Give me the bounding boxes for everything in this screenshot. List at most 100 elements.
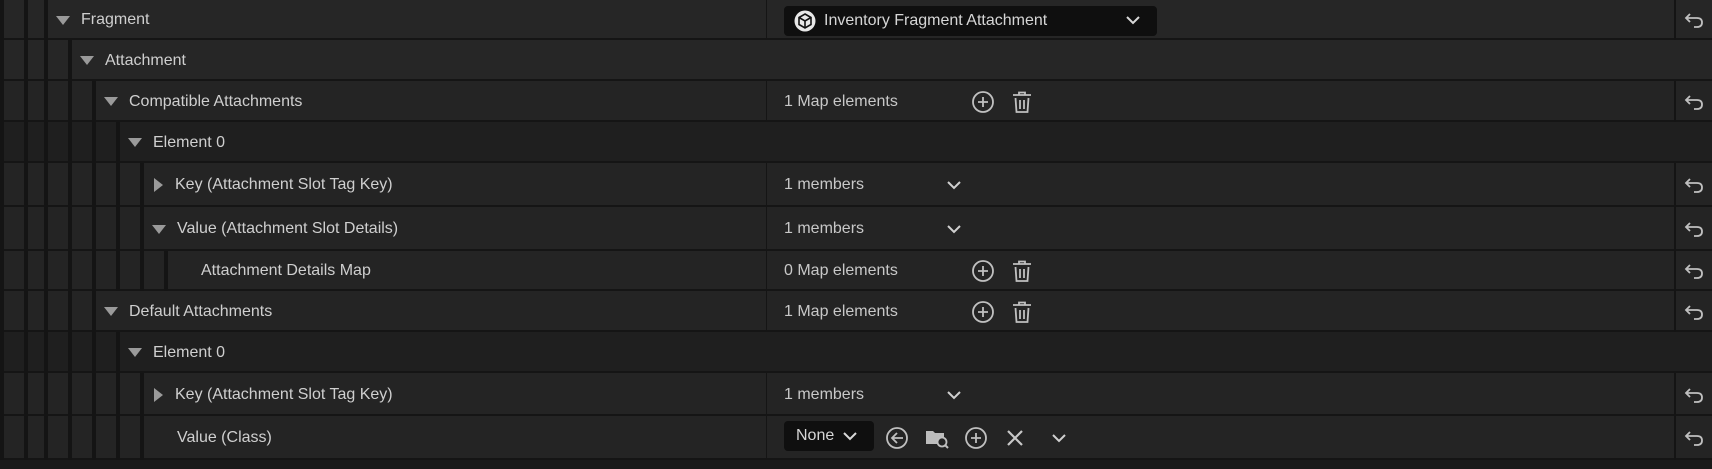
compatible-attachments-count: 1 Map elements [784, 92, 898, 110]
plus-circle-icon [972, 90, 994, 113]
collapsed-arrow-icon [154, 387, 163, 402]
trash-icon [1013, 260, 1031, 282]
key-row: Key (Attachment Slot Tag Key) 1 members [0, 373, 1712, 416]
fragment-label: Fragment [81, 11, 150, 28]
add-button[interactable] [964, 426, 988, 450]
key-expander[interactable]: Key (Attachment Slot Tag Key) [154, 163, 393, 207]
key-members: 1 members [784, 176, 865, 193]
element-0-label: Element 0 [153, 133, 226, 151]
plus-circle-icon [972, 300, 994, 323]
reset-to-default-icon [1684, 387, 1703, 403]
value-expand-button[interactable] [946, 223, 962, 235]
plus-circle-icon [972, 260, 994, 282]
attachment-details-map-label-wrap: Attachment Details Map [201, 251, 371, 291]
details-panel: Fragment Inventory Fragment Attachment A… [0, 0, 1712, 469]
key-row: Key (Attachment Slot Tag Key) 1 members [0, 163, 1712, 207]
fragment-expander[interactable]: Fragment [56, 0, 149, 40]
expand-arrow-icon [128, 138, 142, 147]
expand-arrow-icon [80, 56, 94, 65]
default-attachments-label: Default Attachments [129, 302, 273, 320]
key-label: Key (Attachment Slot Tag Key) [175, 176, 393, 193]
cube-icon [794, 10, 816, 32]
chevron-down-icon [1052, 434, 1066, 443]
reset-to-default-icon [1684, 178, 1703, 193]
reset-to-default-icon [1684, 304, 1703, 320]
default-attachments-reset-button[interactable] [1674, 291, 1712, 332]
value-class-row: Value (Class) None [0, 416, 1712, 460]
trash-icon [1013, 301, 1031, 323]
default-attachments-count: 1 Map elements [784, 302, 898, 320]
compatible-attachments-expander[interactable]: Compatible Attachments [104, 81, 302, 122]
compatible-attachments-row: Compatible Attachments 1 Map elements [0, 81, 1712, 122]
collapsed-arrow-icon [154, 178, 163, 192]
value-expander[interactable]: Value (Attachment Slot Details) [152, 207, 398, 251]
element-0-expander[interactable]: Element 0 [128, 332, 225, 373]
key-expander[interactable]: Key (Attachment Slot Tag Key) [154, 373, 393, 416]
attachment-details-map-label: Attachment Details Map [201, 262, 371, 279]
more-options-button[interactable] [1051, 432, 1067, 444]
fragment-class-value: Inventory Fragment Attachment [824, 12, 1048, 29]
expand-arrow-icon [104, 97, 118, 106]
class-picker-value: None [796, 427, 835, 444]
default-attachments-expander[interactable]: Default Attachments [104, 291, 272, 332]
element-0-label: Element 0 [153, 343, 226, 361]
compatible-attachments-label: Compatible Attachments [129, 92, 303, 110]
use-selected-button[interactable] [885, 426, 909, 450]
key-expand-button[interactable] [946, 389, 962, 401]
value-class-label: Value (Class) [177, 429, 272, 446]
chevron-down-icon [1126, 16, 1140, 25]
attachment-expander[interactable]: Attachment [80, 40, 186, 81]
trash-icon [1013, 91, 1031, 113]
chevron-down-icon [947, 181, 961, 190]
empty-map-button[interactable] [1010, 300, 1034, 324]
compatible-attachments-reset-button[interactable] [1674, 81, 1712, 122]
expand-arrow-icon [152, 224, 166, 234]
empty-map-button[interactable] [1010, 90, 1034, 114]
reset-to-default-icon [1684, 94, 1703, 110]
class-picker-combo[interactable]: None [784, 421, 874, 451]
reset-to-default-icon [1684, 222, 1703, 237]
value-class-reset-button[interactable] [1674, 416, 1712, 460]
attachment-details-map-row: Attachment Details Map 0 Map elements [0, 251, 1712, 291]
attachment-row: Attachment [0, 40, 1712, 81]
key-expand-button[interactable] [946, 179, 962, 191]
add-element-button[interactable] [971, 90, 995, 114]
browse-button[interactable] [924, 426, 950, 450]
folder-search-icon [926, 431, 949, 449]
value-members: 1 members [784, 220, 865, 237]
add-element-button[interactable] [971, 259, 995, 283]
reset-to-default-icon [1684, 431, 1703, 446]
default-attachments-row: Default Attachments 1 Map elements [0, 291, 1712, 332]
expand-arrow-icon [104, 307, 118, 316]
value-row: Value (Attachment Slot Details) 1 member… [0, 207, 1712, 251]
chevron-down-icon [947, 390, 961, 399]
fragment-reset-button[interactable] [1674, 0, 1712, 40]
empty-map-button[interactable] [1010, 259, 1034, 283]
reset-to-default-icon [1684, 264, 1703, 279]
element-0-expander[interactable]: Element 0 [128, 122, 225, 163]
chevron-down-icon [947, 225, 961, 234]
plus-circle-icon [965, 427, 987, 449]
value-label: Value (Attachment Slot Details) [177, 220, 399, 237]
element-0-row: Element 0 [0, 122, 1712, 163]
add-element-button[interactable] [971, 300, 995, 324]
key-members: 1 members [784, 385, 865, 403]
key-reset-button[interactable] [1674, 373, 1712, 416]
clear-button[interactable] [1004, 427, 1026, 449]
attachment-details-map-reset-button[interactable] [1674, 251, 1712, 291]
value-reset-button[interactable] [1674, 207, 1712, 251]
arrow-left-circle-icon [886, 427, 908, 449]
value-class-label-wrap: Value (Class) [177, 416, 272, 460]
expand-arrow-icon [56, 15, 70, 25]
element-0-row: Element 0 [0, 332, 1712, 373]
x-icon [1007, 430, 1023, 446]
key-label: Key (Attachment Slot Tag Key) [175, 385, 393, 403]
reset-to-default-icon [1684, 13, 1703, 28]
chevron-down-icon [843, 432, 857, 441]
fragment-class-combo[interactable]: Inventory Fragment Attachment [784, 6, 1157, 36]
expand-arrow-icon [128, 348, 142, 357]
key-reset-button[interactable] [1674, 163, 1712, 207]
attachment-details-map-count: 0 Map elements [784, 262, 898, 279]
attachment-label: Attachment [105, 51, 186, 69]
fragment-row: Fragment Inventory Fragment Attachment [0, 0, 1712, 40]
